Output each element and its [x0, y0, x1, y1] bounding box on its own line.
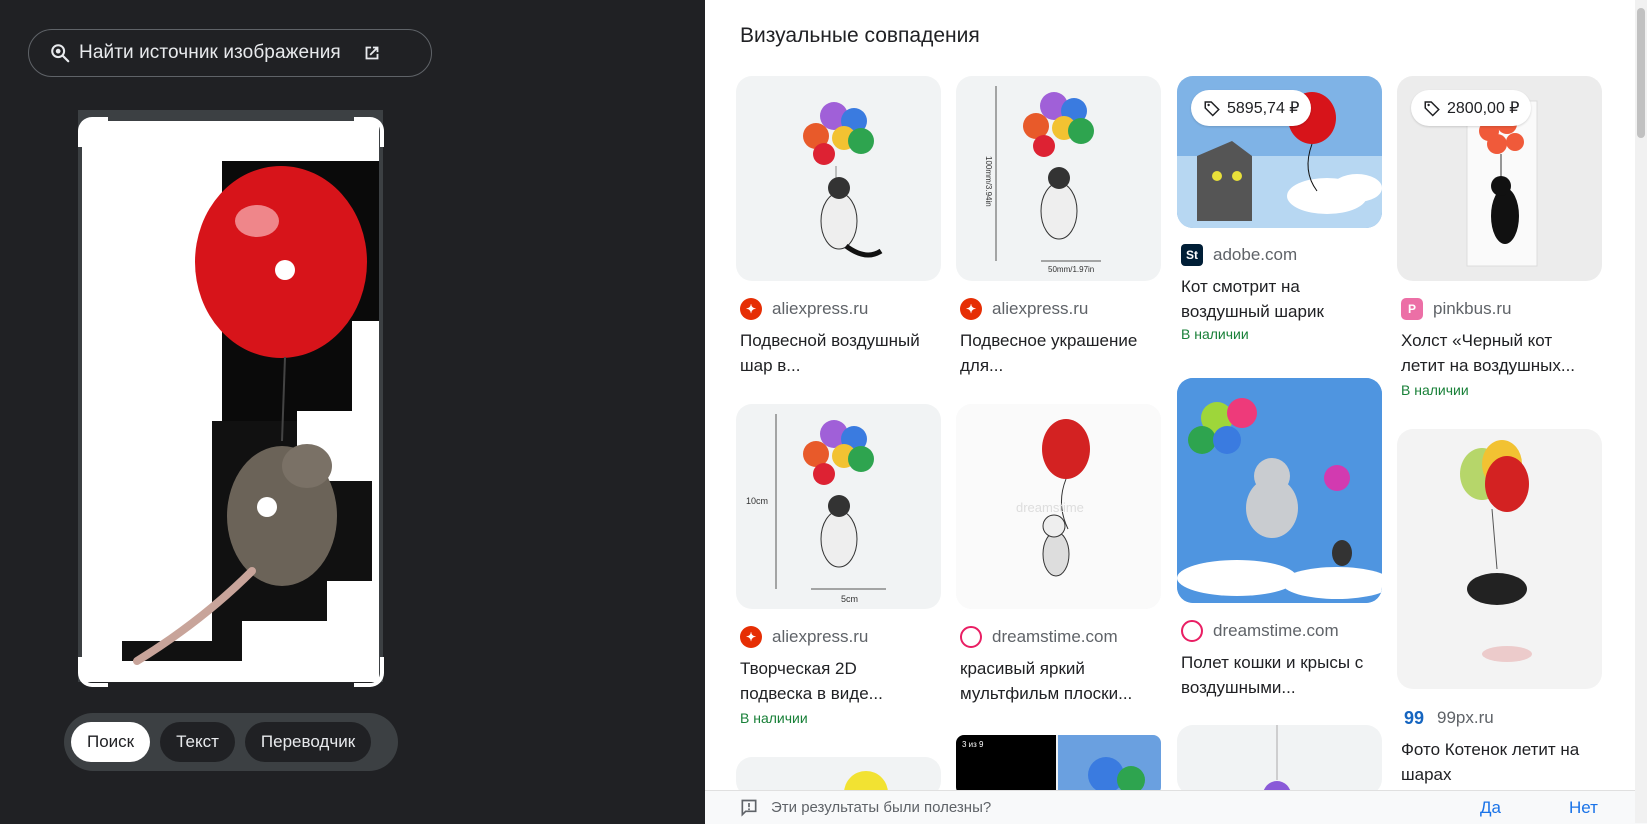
find-image-source-button[interactable]: Найти источник изображения [28, 29, 432, 77]
result-title[interactable]: Подвесной воздушный шар в... [740, 328, 930, 378]
result-source: dreamstime.com [992, 627, 1118, 646]
price-tag-icon [1204, 101, 1220, 117]
result-card[interactable]: dreamstime dreamstime.com красивый яркий… [956, 404, 1161, 714]
pinkbus-icon: P [1401, 298, 1423, 320]
in-stock-badge: В наличии [1401, 382, 1469, 398]
result-thumbnail[interactable] [736, 76, 941, 281]
crop-handle-top-right[interactable] [354, 117, 384, 147]
result-thumbnail[interactable] [1177, 378, 1382, 603]
mode-search-button[interactable]: Поиск [71, 722, 151, 762]
price-chip: 5895,74 ₽ [1191, 90, 1312, 126]
result-source: aliexpress.ru [772, 299, 869, 318]
adobe-stock-icon: St [1181, 244, 1203, 266]
result-source: dreamstime.com [1213, 621, 1339, 640]
result-card[interactable]: 2800,00 ₽ P pinkbus.ru Холст «Черный кот… [1397, 76, 1602, 416]
result-card[interactable]: 10cm 5cm ✦ aliexpress.ru Творческая 2D п… [736, 404, 941, 734]
result-card[interactable]: 100mm/3.94in 50mm/1.97in ✦ aliexpress.ru… [956, 76, 1161, 386]
price-label: 2800,00 ₽ [1447, 100, 1520, 117]
in-stock-badge: В наличии [1181, 326, 1249, 342]
find-source-label: Найти источник изображения [79, 42, 341, 63]
mode-translate-button[interactable]: Переводчик [244, 722, 372, 762]
feedback-bar: Эти результаты были полезны? Да Нет [705, 790, 1647, 824]
feedback-icon [741, 799, 757, 817]
result-source: pinkbus.ru [1433, 299, 1512, 318]
thumb-size-label: 5cm [841, 594, 858, 604]
99px-icon: 99 [1401, 707, 1427, 729]
result-title[interactable]: Кот смотрит на воздушный шарик [1181, 274, 1371, 324]
focus-point-dot[interactable] [275, 260, 295, 280]
crop-handle-top-left[interactable] [78, 117, 108, 147]
result-thumbnail[interactable]: dreamstime [956, 404, 1161, 609]
thumb-counter: 3 из 9 [962, 740, 984, 749]
thumb-size-label: 100mm/3.94in [984, 156, 993, 207]
price-label: 5895,74 ₽ [1227, 100, 1300, 117]
result-thumbnail[interactable]: 3 из 9 [956, 735, 1161, 795]
section-title: Визуальные совпадения [740, 24, 980, 47]
query-image [82, 121, 379, 682]
query-image-art [82, 121, 379, 682]
left-pane: Найти источник изображения Поиск Текст П… [0, 0, 705, 823]
focus-point-dot[interactable] [257, 497, 277, 517]
scrollbar[interactable] [1635, 0, 1647, 823]
scrollbar-thumb[interactable] [1637, 8, 1645, 138]
result-title[interactable]: Творческая 2D подвеска в виде... [740, 656, 930, 706]
dreamstime-icon [960, 626, 982, 648]
thumb-watermark: dreamstime [1016, 500, 1084, 515]
dreamstime-icon [1181, 620, 1203, 642]
open-in-new-icon[interactable] [361, 42, 383, 64]
price-tag-icon [1424, 101, 1440, 117]
feedback-question: Эти результаты были полезны? [771, 799, 992, 816]
mode-text-button[interactable]: Текст [160, 722, 235, 762]
aliexpress-icon: ✦ [740, 298, 762, 320]
result-source: adobe.com [1213, 245, 1298, 264]
aliexpress-icon: ✦ [740, 626, 762, 648]
thumb-size-label: 50mm/1.97in [1048, 265, 1094, 274]
result-title[interactable]: Фото Котенок летит на шарах [1401, 737, 1596, 787]
feedback-yes-button[interactable]: Да [1480, 798, 1501, 818]
result-title[interactable]: Подвесное украшение для... [960, 328, 1150, 378]
feedback-no-button[interactable]: Нет [1569, 798, 1598, 818]
result-card[interactable]: dreamstime.com Полет кошки и крысы с воз… [1177, 378, 1382, 708]
result-card[interactable]: 99 99px.ru Фото Котенок летит на шарах [1397, 429, 1602, 789]
mode-switcher: Поиск Текст Переводчик [64, 713, 398, 771]
price-chip: 2800,00 ₽ [1411, 90, 1532, 126]
result-card[interactable]: ✦ aliexpress.ru Подвесной воздушный шар … [736, 76, 941, 386]
result-thumbnail[interactable]: 10cm 5cm [736, 404, 941, 609]
aliexpress-icon: ✦ [960, 298, 982, 320]
lens-search-icon [51, 44, 70, 63]
thumb-size-label: 10cm [746, 496, 768, 506]
result-thumbnail[interactable] [1177, 725, 1382, 795]
in-stock-badge: В наличии [740, 710, 808, 726]
result-title[interactable]: Холст «Черный кот летит на воздушных... [1401, 328, 1596, 378]
result-title[interactable]: красивый яркий мультфильм плоски... [960, 656, 1155, 706]
result-source: aliexpress.ru [992, 299, 1089, 318]
result-source: aliexpress.ru [772, 627, 869, 646]
results-pane: Визуальные совпадения ✦ aliexpress.ru По… [705, 0, 1647, 824]
result-source: 99px.ru [1437, 708, 1494, 727]
result-thumbnail[interactable] [1397, 429, 1602, 689]
result-card[interactable]: 5895,74 ₽ St adobe.com Кот смотрит на во… [1177, 76, 1382, 366]
result-title[interactable]: Полет кошки и крысы с воздушными... [1181, 650, 1376, 700]
result-thumbnail[interactable]: 100mm/3.94in 50mm/1.97in [956, 76, 1161, 281]
crop-handle-bottom-left[interactable] [78, 657, 108, 687]
crop-handle-bottom-right[interactable] [354, 657, 384, 687]
